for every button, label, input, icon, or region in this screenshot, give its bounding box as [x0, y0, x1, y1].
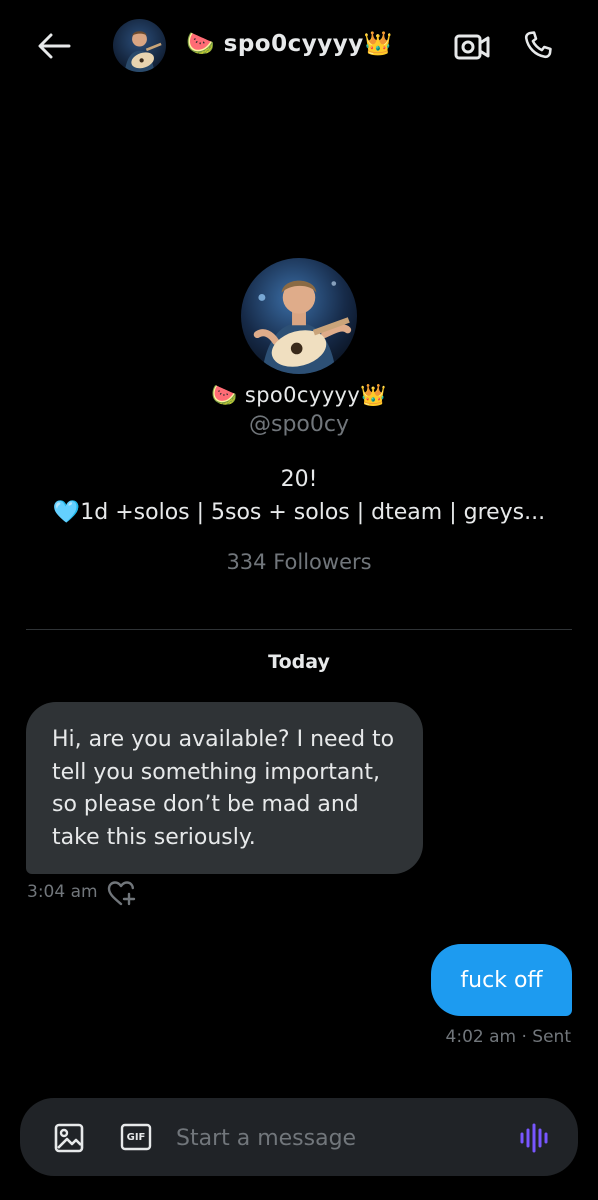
header-avatar[interactable]	[113, 19, 166, 72]
message-text: fuck off	[460, 967, 543, 993]
date-separator: Today	[268, 651, 330, 673]
message-timestamp: 3:04 am	[27, 882, 98, 902]
followers-count[interactable]: 334 Followers	[0, 550, 598, 574]
profile-name: 🍉 spo0cyyyy👑	[211, 383, 387, 407]
outgoing-message-bubble[interactable]: fuck off	[431, 944, 572, 1016]
message-status: 4:02 am · Sent	[445, 1027, 571, 1047]
message-text: Hi, are you available? I need to tell yo…	[52, 727, 395, 850]
phone-icon	[524, 31, 552, 59]
contact-name-text: 🍉 spo0cyyyy👑	[186, 31, 393, 57]
add-reaction-button[interactable]	[107, 880, 137, 908]
profile-bio-line2: 🩵1d +solos | 5sos + solos | dteam | grey…	[52, 500, 546, 525]
voice-waveform-icon	[520, 1123, 548, 1153]
gif-button[interactable]: GIF	[120, 1122, 152, 1152]
profile-bio-line1: 20!	[280, 467, 318, 492]
avatar-photo	[241, 258, 357, 374]
incoming-message-bubble[interactable]: Hi, are you available? I need to tell yo…	[26, 702, 423, 874]
voice-call-button[interactable]	[518, 25, 558, 65]
message-input[interactable]	[176, 1120, 476, 1156]
header-contact-name[interactable]: 🍉 spo0cyyyy👑	[186, 30, 393, 57]
heart-plus-icon	[107, 881, 136, 906]
gif-label: GIF	[126, 1131, 146, 1143]
video-call-button[interactable]	[452, 28, 492, 66]
profile-avatar[interactable]	[241, 258, 357, 374]
avatar-photo	[113, 19, 166, 72]
divider	[26, 629, 572, 630]
add-photo-button[interactable]	[52, 1121, 86, 1155]
arrow-left-icon	[38, 33, 71, 59]
image-icon	[54, 1123, 84, 1153]
video-call-icon	[454, 34, 490, 60]
back-button[interactable]	[34, 26, 74, 66]
voice-message-button[interactable]	[517, 1120, 551, 1156]
profile-handle: @spo0cy	[249, 412, 349, 437]
